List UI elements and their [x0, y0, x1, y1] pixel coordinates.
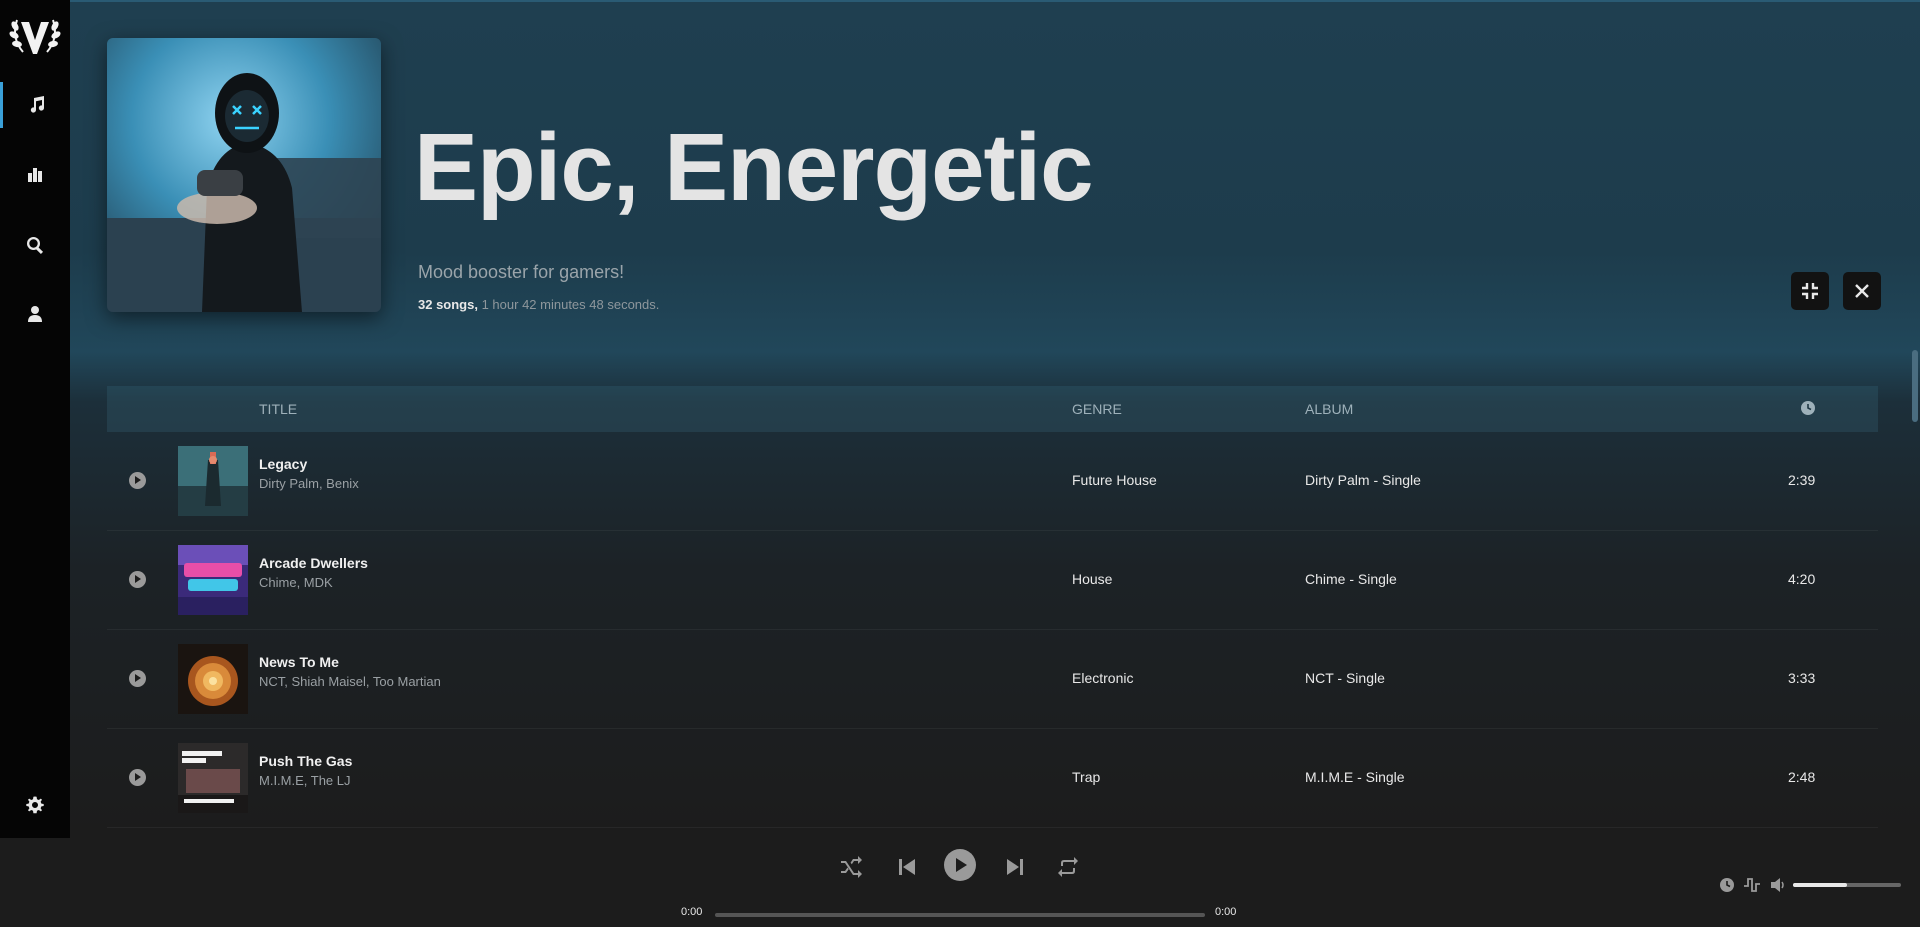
table-row[interactable]: News To Me NCT, Shiah Maisel, Too Martia…	[107, 630, 1878, 729]
column-header-album[interactable]: ALBUM	[1305, 401, 1353, 417]
volume-slider[interactable]	[1793, 883, 1901, 887]
track-genre: Trap	[1072, 769, 1101, 785]
sidebar-item-profile[interactable]	[0, 291, 70, 337]
track-album[interactable]: Chime - Single	[1305, 571, 1397, 587]
track-table: TITLE GENRE ALBUM Legacy Dirty Palm, Ben…	[107, 386, 1878, 838]
track-duration: 2:48	[1788, 769, 1816, 785]
track-artist[interactable]: M.I.M.E, The LJ	[259, 773, 351, 788]
settings-button[interactable]	[0, 782, 70, 828]
skip-forward-icon	[1007, 859, 1023, 875]
repeat-icon	[1058, 857, 1078, 877]
crossfade-button[interactable]	[1743, 876, 1761, 899]
mute-button[interactable]	[1769, 876, 1787, 899]
playlist-description: Mood booster for gamers!	[418, 262, 625, 282]
track-album[interactable]: NCT - Single	[1305, 670, 1385, 686]
track-artwork	[178, 446, 248, 516]
next-button[interactable]	[1003, 855, 1027, 884]
user-icon	[28, 306, 42, 322]
repeat-button[interactable]	[1056, 855, 1080, 884]
play-icon	[944, 849, 976, 881]
track-genre: Future House	[1072, 472, 1157, 488]
track-artist[interactable]: Dirty Palm, Benix	[259, 476, 359, 491]
play-track-button[interactable]	[129, 670, 146, 687]
seek-bar[interactable]	[715, 913, 1205, 917]
track-artist[interactable]: Chime, MDK	[259, 575, 333, 590]
table-row[interactable]: Legacy Dirty Palm, Benix Future House Di…	[107, 432, 1878, 531]
track-duration: 2:39	[1788, 472, 1816, 488]
table-header: TITLE GENRE ALBUM	[107, 386, 1878, 432]
play-track-button[interactable]	[129, 472, 146, 489]
shuffle-button[interactable]	[839, 855, 863, 884]
total-time: 0:00	[1215, 906, 1237, 918]
play-track-button[interactable]	[129, 571, 146, 588]
table-row[interactable]: Arcade Dwellers Chime, MDK House Chime -…	[107, 531, 1878, 630]
playlist-meta: 32 songs, 1 hour 42 minutes 48 seconds.	[418, 297, 659, 312]
play-track-button[interactable]	[129, 769, 146, 786]
sleep-timer-button[interactable]	[1719, 877, 1735, 898]
playlist-view: Epic, Energetic Mood booster for gamers!…	[70, 0, 1920, 838]
track-artist[interactable]: NCT, Shiah Maisel, Too Martian	[259, 674, 441, 689]
volume-icon	[1771, 878, 1784, 892]
track-genre: House	[1072, 571, 1113, 587]
track-artwork	[178, 743, 248, 813]
close-icon	[1855, 284, 1869, 298]
track-title[interactable]: Legacy	[259, 456, 307, 472]
music-note-icon	[30, 96, 44, 113]
play-pause-button[interactable]	[943, 848, 977, 887]
skip-back-icon	[899, 859, 915, 875]
waveform-icon	[1744, 878, 1760, 892]
sidebar-item-search[interactable]	[0, 222, 70, 268]
close-button[interactable]	[1843, 272, 1881, 310]
track-artwork	[178, 644, 248, 714]
sidebar-item-stats[interactable]	[0, 152, 70, 198]
bar-chart-icon	[28, 168, 42, 182]
compress-icon	[1802, 283, 1818, 299]
track-artwork	[178, 545, 248, 615]
sidebar	[0, 0, 70, 838]
previous-button[interactable]	[895, 855, 919, 884]
track-duration: 3:33	[1788, 670, 1816, 686]
song-count: 32 songs,	[418, 297, 478, 312]
playlist-cover-image	[107, 38, 381, 312]
volume-level	[1793, 883, 1847, 887]
scrollbar-thumb[interactable]	[1912, 350, 1918, 422]
clock-icon[interactable]	[1800, 400, 1816, 419]
gear-icon	[26, 796, 44, 814]
laurel-v-logo[interactable]	[7, 8, 63, 64]
track-album[interactable]: M.I.M.E - Single	[1305, 769, 1405, 785]
track-title[interactable]: News To Me	[259, 654, 339, 670]
minimize-button[interactable]	[1791, 272, 1829, 310]
track-title[interactable]: Arcade Dwellers	[259, 555, 368, 571]
current-time: 0:00	[681, 906, 703, 918]
table-row[interactable]: Push The Gas M.I.M.E, The LJ Trap M.I.M.…	[107, 729, 1878, 828]
shuffle-icon	[841, 856, 862, 878]
search-icon	[27, 237, 44, 255]
column-header-title[interactable]: TITLE	[259, 401, 297, 417]
top-divider	[70, 0, 1920, 2]
track-title[interactable]: Push The Gas	[259, 753, 352, 769]
playlist-duration: 1 hour 42 minutes 48 seconds.	[481, 297, 660, 312]
column-header-genre[interactable]: GENRE	[1072, 401, 1122, 417]
playlist-title: Epic, Energetic	[414, 114, 1094, 221]
sidebar-item-music[interactable]	[0, 82, 70, 128]
track-duration: 4:20	[1788, 571, 1816, 587]
track-genre: Electronic	[1072, 670, 1134, 686]
track-album[interactable]: Dirty Palm - Single	[1305, 472, 1421, 488]
clock-icon	[1720, 878, 1734, 892]
